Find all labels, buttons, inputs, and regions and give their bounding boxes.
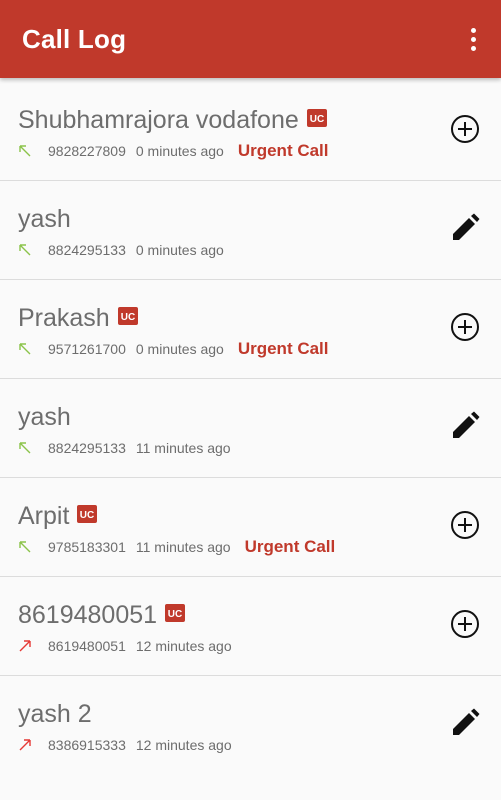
contact-name: yash	[18, 204, 71, 233]
edit-contact-button[interactable]	[449, 411, 481, 446]
menu-dot	[470, 45, 476, 51]
call-log-row[interactable]: Prakash UC 9571261700 0 minutes ago Urge…	[0, 280, 501, 379]
call-log-row[interactable]: 8619480051 UC 8619480051 12 minutes ago	[0, 577, 501, 676]
name-line: Prakash UC	[18, 302, 138, 334]
contact-name: yash	[18, 402, 71, 431]
call-time: 12 minutes ago	[135, 737, 232, 753]
name-line: Arpit UC	[18, 500, 98, 532]
add-circle-icon	[450, 312, 480, 347]
meta-line: 8824295133 0 minutes ago	[18, 239, 238, 261]
edit-icon	[450, 213, 480, 248]
uc-badge-icon: UC	[306, 109, 327, 127]
svg-text:UC: UC	[120, 312, 134, 322]
incoming-call-icon	[18, 144, 32, 158]
incoming-call-icon	[18, 540, 32, 554]
svg-text:UC: UC	[80, 510, 94, 520]
call-log-row[interactable]: Arpit UC 9785183301 11 minutes ago Urgen…	[0, 478, 501, 577]
menu-dot	[470, 27, 476, 33]
call-log-row[interactable]: yash 8824295133 0 minutes ago	[0, 181, 501, 280]
name-line: Shubhamrajora vodafone UC	[18, 104, 327, 136]
phone-number: 9785183301	[48, 539, 126, 555]
edit-contact-button[interactable]	[449, 708, 481, 743]
add-contact-button[interactable]	[449, 510, 481, 545]
app-bar: Call Log	[0, 0, 501, 78]
meta-line: 9571261700 0 minutes ago Urgent Call	[18, 338, 329, 360]
call-time: 12 minutes ago	[135, 638, 232, 654]
contact-name: Arpit	[18, 501, 70, 530]
add-contact-button[interactable]	[449, 312, 481, 347]
phone-number: 9828227809	[48, 143, 126, 159]
contact-name: Shubhamrajora vodafone	[18, 105, 299, 134]
add-circle-icon	[450, 114, 480, 149]
name-line: yash	[18, 401, 71, 433]
edit-icon	[450, 411, 480, 446]
urgent-call-label: Urgent Call	[237, 339, 329, 358]
outgoing-call-icon	[18, 639, 32, 653]
call-time: 11 minutes ago	[135, 440, 231, 456]
phone-number: 8619480051	[48, 638, 126, 654]
contact-name: 8619480051	[18, 600, 158, 629]
uc-badge-icon: UC	[117, 307, 138, 325]
name-line: 8619480051 UC	[18, 599, 186, 631]
menu-dot	[470, 36, 476, 42]
call-time: 0 minutes ago	[135, 242, 224, 258]
edit-contact-button[interactable]	[449, 213, 481, 248]
edit-icon	[450, 708, 480, 743]
incoming-call-icon	[18, 441, 32, 455]
call-log-list: Shubhamrajora vodafone UC 9828227809 0 m…	[0, 82, 501, 774]
add-circle-icon	[450, 510, 480, 545]
call-log-row[interactable]: Shubhamrajora vodafone UC 9828227809 0 m…	[0, 82, 501, 181]
call-time: 0 minutes ago	[135, 341, 224, 357]
urgent-call-label: Urgent Call	[244, 537, 336, 556]
name-line: yash 2	[18, 698, 92, 730]
phone-number: 8824295133	[48, 440, 126, 456]
contact-name: yash 2	[18, 699, 92, 728]
svg-text:UC: UC	[310, 114, 324, 124]
phone-number: 9571261700	[48, 341, 126, 357]
uc-badge-icon: UC	[165, 604, 186, 622]
name-line: yash	[18, 203, 71, 235]
meta-line: 8619480051 12 minutes ago	[18, 635, 246, 657]
meta-line: 9828227809 0 minutes ago Urgent Call	[18, 140, 329, 162]
phone-number: 8386915333	[48, 737, 126, 753]
incoming-call-icon	[18, 243, 32, 257]
contact-name: Prakash	[18, 303, 110, 332]
meta-line: 8386915333 12 minutes ago	[18, 734, 246, 756]
call-time: 0 minutes ago	[135, 143, 224, 159]
call-log-row[interactable]: yash 2 8386915333 12 minutes ago	[0, 676, 501, 774]
call-log-row[interactable]: yash 8824295133 11 minutes ago	[0, 379, 501, 478]
svg-text:UC: UC	[168, 609, 182, 619]
uc-badge-icon: UC	[77, 505, 98, 523]
add-contact-button[interactable]	[449, 609, 481, 644]
meta-line: 9785183301 11 minutes ago Urgent Call	[18, 536, 335, 558]
call-time: 11 minutes ago	[135, 539, 231, 555]
app-title: Call Log	[22, 24, 127, 54]
meta-line: 8824295133 11 minutes ago	[18, 437, 245, 459]
phone-number: 8824295133	[48, 242, 126, 258]
incoming-call-icon	[18, 342, 32, 356]
add-circle-icon	[450, 609, 480, 644]
add-contact-button[interactable]	[449, 114, 481, 149]
more-vert-icon[interactable]	[463, 24, 483, 54]
urgent-call-label: Urgent Call	[237, 141, 329, 160]
outgoing-call-icon	[18, 738, 32, 752]
